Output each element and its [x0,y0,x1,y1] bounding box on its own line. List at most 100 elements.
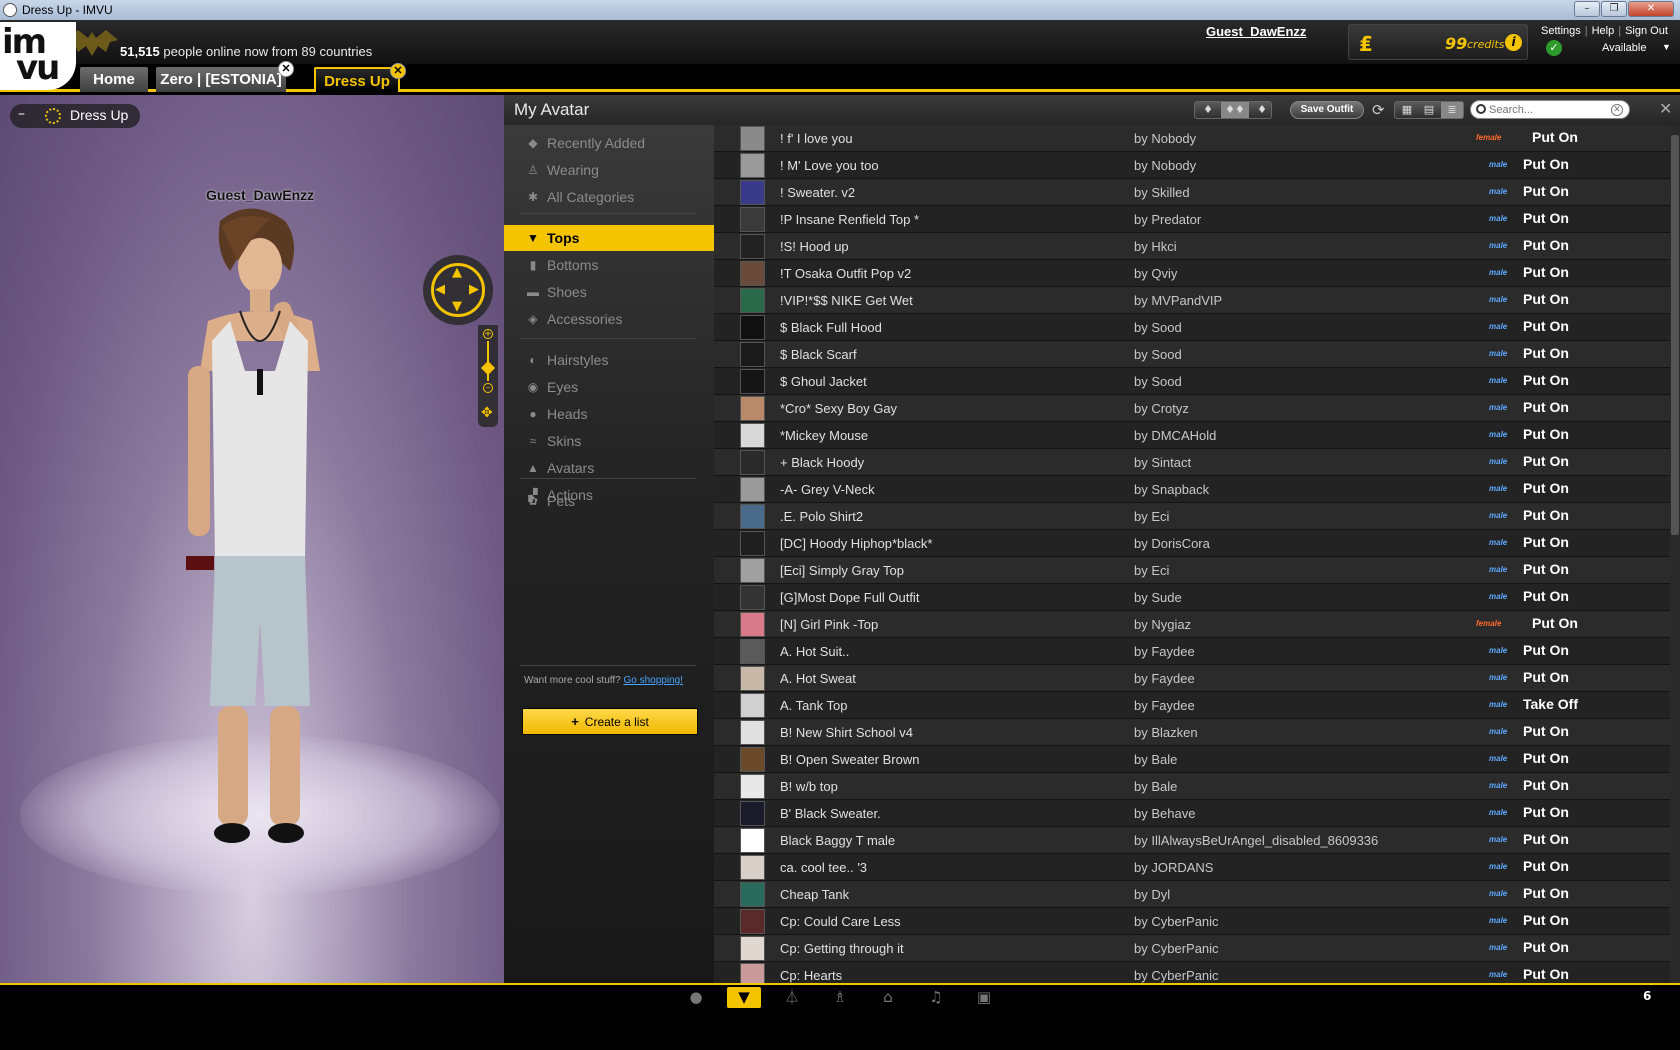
item-creator[interactable]: by Nygiaz [1134,617,1191,632]
item-name[interactable]: !S! Hood up [780,239,849,254]
help-link[interactable]: Help [1592,25,1615,37]
table-row[interactable]: B! w/b top by Bale male Put On [714,773,1670,800]
item-name[interactable]: *Mickey Mouse [780,428,868,443]
put-on-button[interactable]: Put On [1523,480,1569,496]
item-name[interactable]: !P Insane Renfield Top * [780,212,919,227]
table-row[interactable]: .E. Polo Shirt2 by Eci male Put On [714,503,1670,530]
signout-link[interactable]: Sign Out [1625,25,1668,37]
item-thumbnail[interactable] [740,612,765,637]
item-name[interactable]: $ Black Full Hood [780,320,882,335]
small-grid-icon[interactable]: ▤ [1418,102,1440,118]
item-thumbnail[interactable] [740,720,765,745]
item-thumbnail[interactable] [740,504,765,529]
table-row[interactable]: Black Baggy T male by IllAlwaysBeUrAngel_… [714,827,1670,854]
item-creator[interactable]: by DMCAHold [1134,428,1216,443]
tab-home[interactable]: Home [80,67,148,92]
online-friends-count[interactable]: 6 [1643,989,1651,1003]
item-thumbnail[interactable] [740,693,765,718]
put-on-button[interactable]: Put On [1523,939,1569,955]
tab-zero-estonia[interactable]: Zero | [ESTONIA] ✕ [156,61,294,92]
sidebar-item-bottoms[interactable]: ▮ Bottoms [504,252,714,278]
item-thumbnail[interactable] [740,855,765,880]
item-thumbnail[interactable] [740,747,765,772]
table-row[interactable]: ! f' I love you by Nobody female Put On [714,125,1670,152]
item-creator[interactable]: by Nobody [1134,158,1196,173]
table-row[interactable]: $ Ghoul Jacket by Sood male Put On [714,368,1670,395]
search-box[interactable]: ✕ [1470,100,1630,119]
item-creator[interactable]: by Qviy [1134,266,1177,281]
put-on-button[interactable]: Put On [1523,912,1569,928]
item-thumbnail[interactable] [740,963,765,983]
table-row[interactable]: [G]Most Dope Full Outfit by Sude male Put O… [714,584,1670,611]
arrow-up-icon[interactable]: ▲ [452,265,462,280]
sidebar-item-all-categories[interactable]: ✱ All Categories [504,184,714,210]
username-link[interactable]: Guest_DawEnzz [1206,24,1306,39]
item-thumbnail[interactable] [740,207,765,232]
item-name[interactable]: A. Hot Suit.. [780,644,849,659]
imvu-logo[interactable]: im vu [0,22,76,90]
item-name[interactable]: $ Ghoul Jacket [780,374,867,389]
item-creator[interactable]: by Sood [1134,347,1182,362]
put-on-button[interactable]: Put On [1523,453,1569,469]
item-thumbnail[interactable] [740,909,765,934]
item-name[interactable]: .E. Polo Shirt2 [780,509,863,524]
item-thumbnail[interactable] [740,288,765,313]
collapse-icon[interactable]: – [18,106,25,122]
table-row[interactable]: A. Hot Suit.. by Faydee male Put On [714,638,1670,665]
put-on-button[interactable]: Put On [1523,534,1569,550]
small-avatar-icon[interactable]: ♦ [1197,102,1219,118]
item-name[interactable]: Cp: Hearts [780,968,842,983]
maximize-button[interactable]: ❐ [1601,1,1627,17]
table-row[interactable]: ! M' Love you too by Nobody male Put On [714,152,1670,179]
table-row[interactable]: Cheap Tank by Dyl male Put On [714,881,1670,908]
item-thumbnail[interactable] [740,153,765,178]
item-thumbnail[interactable] [740,639,765,664]
clear-search-icon[interactable]: ✕ [1611,104,1623,116]
put-on-button[interactable]: Put On [1523,804,1569,820]
item-name[interactable]: B! New Shirt School v4 [780,725,913,740]
item-creator[interactable]: by CyberPanic [1134,914,1219,929]
item-thumbnail[interactable] [740,369,765,394]
put-on-button[interactable]: Put On [1523,399,1569,415]
sidebar-item-skins[interactable]: ≈ Skins [504,428,714,454]
create-list-button[interactable]: + Create a list [522,708,698,735]
group-avatar-icon[interactable]: ♦♦ [1221,102,1249,118]
reset-view-icon[interactable]: ✥ [481,405,493,421]
item-creator[interactable]: by Faydee [1134,644,1195,659]
item-thumbnail[interactable] [740,396,765,421]
zoom-slider-handle[interactable] [480,360,496,376]
sidebar-item-accessories[interactable]: ◈ Accessories [504,306,714,332]
shirt-icon[interactable]: ▼ [727,987,761,1008]
item-name[interactable]: ! Sweater. v2 [780,185,855,200]
item-creator[interactable]: by Behave [1134,806,1195,821]
sidebar-item-tops[interactable]: ▼ Tops [504,225,714,251]
item-name[interactable]: [G]Most Dope Full Outfit [780,590,919,605]
put-on-button[interactable]: Put On [1523,831,1569,847]
put-on-button[interactable]: Put On [1523,291,1569,307]
table-row[interactable]: A. Hot Sweat by Faydee male Put On [714,665,1670,692]
item-thumbnail[interactable] [740,234,765,259]
refresh-icon[interactable]: ⟳ [1372,101,1385,119]
table-row[interactable]: $ Black Scarf by Sood male Put On [714,341,1670,368]
item-creator[interactable]: by Bale [1134,779,1177,794]
item-thumbnail[interactable] [740,261,765,286]
put-on-button[interactable]: Put On [1523,588,1569,604]
chat-icon[interactable]: ● [679,987,713,1008]
list-scrollbar[interactable] [1670,125,1680,983]
table-row[interactable]: B! New Shirt School v4 by Blazken male Put … [714,719,1670,746]
close-window-button[interactable]: ✕ [1628,1,1674,17]
sidebar-item-hairstyles[interactable]: ◐ Hairstyles [504,347,714,373]
item-creator[interactable]: by MVPandVIP [1134,293,1222,308]
item-name[interactable]: [N] Girl Pink -Top [780,617,878,632]
take-off-button[interactable]: Take Off [1523,696,1578,712]
item-creator[interactable]: by Faydee [1134,698,1195,713]
item-thumbnail[interactable] [740,531,765,556]
item-creator[interactable]: by Skilled [1134,185,1190,200]
put-on-button[interactable]: Put On [1523,669,1569,685]
list-view-icon[interactable]: ≣ [1441,102,1463,118]
item-thumbnail[interactable] [740,423,765,448]
zoom-out-icon[interactable]: – [483,383,493,393]
sidebar-item-wearing[interactable]: ♙ Wearing [504,157,714,183]
item-creator[interactable]: by Sude [1134,590,1182,605]
music-icon[interactable]: ♫ [919,987,953,1008]
